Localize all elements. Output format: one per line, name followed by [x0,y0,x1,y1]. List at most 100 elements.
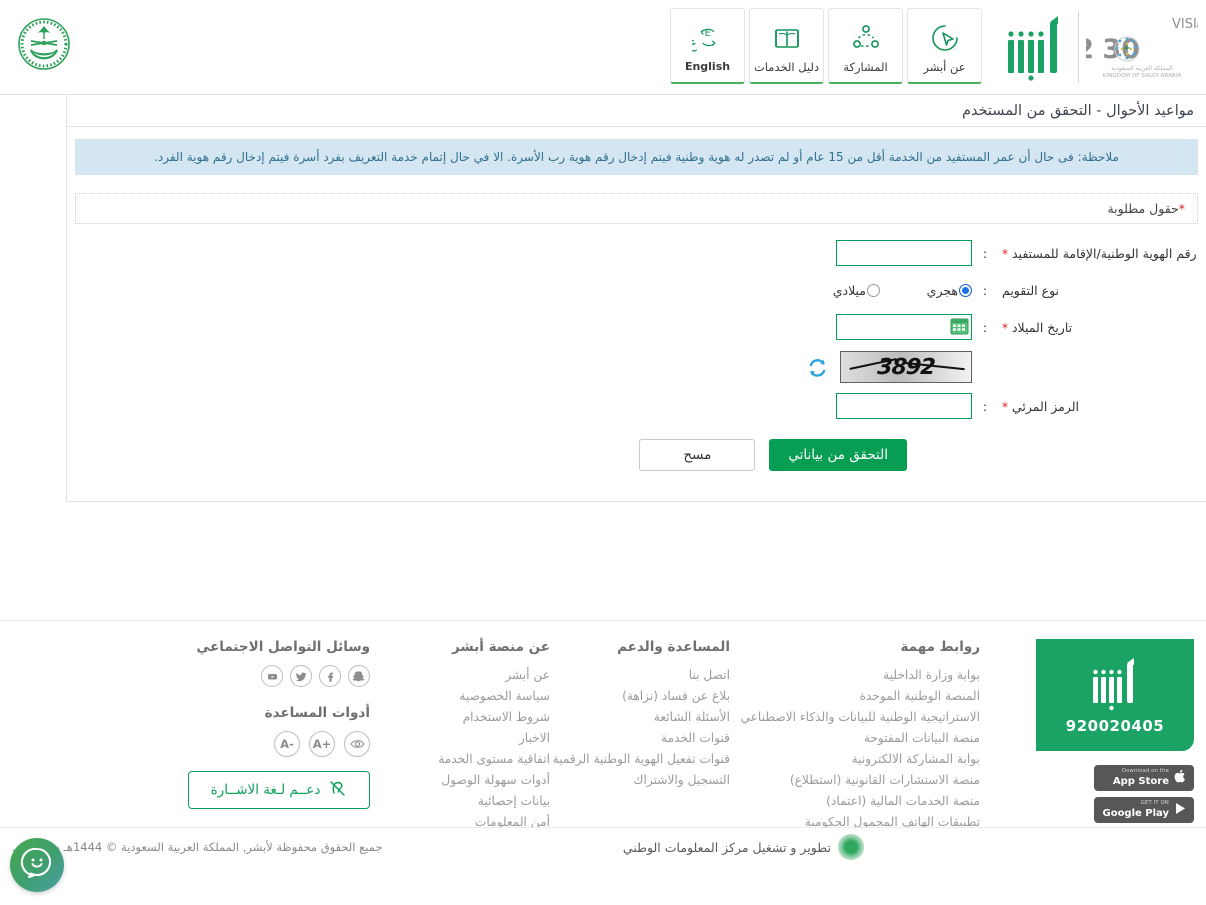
list-item[interactable]: شروط الاستخدام [398,707,550,728]
form-row-calendar-type: نوع التقويم : هجري ميلادي [75,275,1198,305]
list-item[interactable]: اتفاقية مستوى الخدمة [398,749,550,770]
list-item[interactable]: الاخبار [398,728,550,749]
nav-tile-participation[interactable]: المشاركة [828,8,903,84]
list-item[interactable]: الاستراتيجية الوطنية للبيانات والذكاء ال… [758,707,980,728]
visual-code-label-text: الرمز المرئي [1012,399,1079,414]
calendar-icon[interactable] [950,317,969,336]
radio-hijri-label: هجري [927,283,958,298]
radio-gregorian-dot[interactable] [867,284,880,297]
form-row-birth-date: تاريخ الميلاد * : [75,312,1198,342]
svg-text:2: 2 [1086,34,1094,65]
list-item[interactable]: المنصة الوطنية الموحدة [758,686,980,707]
verify-button[interactable]: التحقق من بياناتي [769,439,907,471]
eye-icon[interactable] [344,731,370,757]
footer-about-title: عن منصة أبشر [398,639,550,655]
app-store-badge[interactable]: Download on the App Store [1094,765,1194,791]
page-title-bar: مواعيد الأحوال - التحقق من المستخدم [67,95,1206,127]
required-fields-label: حقول مطلوبة [1107,201,1178,216]
google-play-badge[interactable]: GET IT ON Google Play [1094,797,1194,823]
top-header: عن أبشر المشاركة [0,0,1206,95]
nav-tile-label: English [685,60,730,73]
youtube-icon[interactable] [261,665,283,687]
svg-text:KINGDOM OF SAUDI ARABIA: KINGDOM OF SAUDI ARABIA [1102,73,1181,79]
google-play-badge-small: GET IT ON [1102,801,1169,806]
footer-about-list: عن أبشر سياسة الخصوصية شروط الاستخدام ال… [398,665,550,833]
verification-form: رقم الهوية الوطنية/الإقامة للمستفيد * : … [67,224,1206,501]
nav-tile-about-absher[interactable]: عن أبشر [907,8,982,84]
sign-language-button-label: دعــم لـغة الاشــارة [211,782,321,798]
ncit-credit-text: تطوير و تشغيل مركز المعلومات الوطني [623,840,831,855]
nav-tile-english[interactable]: E ع English [670,8,745,84]
list-item[interactable]: التسجيل والاشتراك [578,770,730,791]
radio-gregorian[interactable]: ميلادي [833,283,880,298]
required-asterisk: * [1002,321,1008,335]
book-icon [772,19,802,57]
list-item[interactable]: سياسة الخصوصية [398,686,550,707]
increase-font-icon[interactable]: +A [309,731,335,757]
page-title: مواعيد الأحوال - التحقق من المستخدم [962,103,1194,119]
radio-hijri-dot[interactable] [959,284,972,297]
moi-emblem-icon [14,14,74,76]
list-item[interactable]: بيانات إحصائية [398,791,550,812]
list-item[interactable]: قنوات الخدمة [578,728,730,749]
decrease-font-icon[interactable]: -A [274,731,300,757]
label-colon: : [972,320,998,335]
app-store-badge-big: App Store [1113,777,1169,787]
brand-cluster: VISION رؤيـــــة 2 30 المملكة العربية ال… [1002,8,1196,86]
facebook-icon[interactable] [319,665,341,687]
ncit-credit: تطوير و تشغيل مركز المعلومات الوطني [623,834,864,860]
absher-logo [1002,12,1074,82]
accessibility-tools-row: +A -A [190,731,370,757]
play-triangle-icon [1174,801,1187,820]
chat-support-button[interactable] [10,838,64,892]
app-store-badge-small: Download on the [1113,769,1169,774]
list-item[interactable]: منصة البيانات المفتوحة [758,728,980,749]
nav-tile-services-guide[interactable]: دليل الخدمات [749,8,824,84]
refresh-icon[interactable] [806,356,828,378]
svg-text:VISION: VISION [1172,17,1198,32]
share-nodes-icon [851,19,881,57]
national-id-label: رقم الهوية الوطنية/الإقامة للمستفيد * [998,246,1198,261]
main-content-panel: مواعيد الأحوال - التحقق من المستخدم ملاح… [66,95,1206,502]
contact-phone-number: 920020405 [1066,717,1164,735]
clear-button[interactable]: مسح [639,439,755,471]
info-note-banner: ملاحظة: فى حال أن عمر المستفيد من الخدمة… [75,139,1198,175]
list-item[interactable]: بوابة وزارة الداخلية [758,665,980,686]
birth-date-label-text: تاريخ الميلاد [1012,320,1072,335]
language-swap-icon: E ع [692,19,724,57]
list-item[interactable]: الأسئلة الشائعة [578,707,730,728]
list-item[interactable]: أدوات سهولة الوصول [398,770,550,791]
social-icon-row [190,665,370,687]
label-colon: : [972,283,998,298]
list-item[interactable]: اتصل بنا [578,665,730,686]
list-item[interactable]: منصة الخدمات المالية (اعتماد) [758,791,980,812]
svg-text:المملكة العربية السعودية: المملكة العربية السعودية [1111,65,1173,72]
apple-icon [1174,769,1187,788]
google-play-badge-big: Google Play [1102,809,1169,819]
radio-hijri[interactable]: هجري [880,283,972,298]
sign-language-support-button[interactable]: دعــم لـغة الاشــارة [188,771,370,809]
national-id-label-text: رقم الهوية الوطنية/الإقامة للمستفيد [1012,246,1197,261]
captcha-row: 3892 [75,351,1198,383]
footer-help-list: اتصل بنا بلاغ عن فساد (نزاهة) الأسئلة ال… [578,665,730,791]
twitter-icon[interactable] [290,665,312,687]
nav-tile-label: عن أبشر [923,60,965,74]
list-item[interactable]: بوابة المشاركة الالكترونية [758,749,980,770]
copyright-text: جميع الحقوق محفوظة لأبشر, المملكة العربي… [12,840,383,854]
list-item[interactable]: عن أبشر [398,665,550,686]
sign-language-ear-icon [328,779,347,802]
radio-gregorian-label: ميلادي [833,283,866,298]
snapchat-icon[interactable] [348,665,370,687]
nav-tile-label: دليل الخدمات [754,60,819,74]
national-id-input[interactable] [836,240,972,266]
list-item[interactable]: قنوات تفعيل الهوية الوطنية الرقمية [578,749,730,770]
list-item[interactable]: بلاغ عن فساد (نزاهة) [578,686,730,707]
footer-links-title: روابط مهمة [758,639,980,655]
list-item[interactable]: منصة الاستشارات القانونية (استطلاع) [758,770,980,791]
visual-code-input[interactable] [836,393,972,419]
footer-social-title: وسائل التواصل الاجتماعي [190,639,370,655]
cursor-circle-icon [930,19,960,57]
label-colon: : [972,399,998,414]
ncit-logo-icon [838,834,864,860]
form-buttons: التحقق من بياناتي مسح [75,439,1198,501]
